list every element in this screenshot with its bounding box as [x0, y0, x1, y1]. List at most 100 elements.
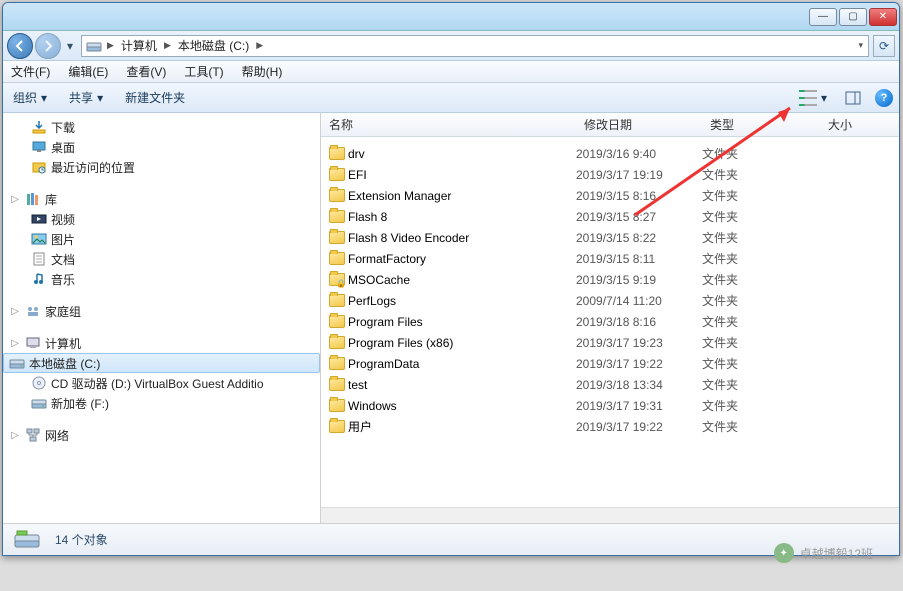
file-row[interactable]: MSOCache2019/3/15 9:19文件夹 — [321, 269, 899, 290]
file-name: Program Files — [348, 315, 423, 329]
breadcrumb-segment[interactable]: 本地磁盘 (C:) — [174, 36, 253, 56]
file-name: ProgramData — [348, 357, 419, 371]
folder-icon — [329, 378, 345, 391]
tree-item[interactable]: 文档 — [3, 249, 320, 269]
file-name: test — [348, 378, 367, 392]
menu-view[interactable]: 查看(V) — [124, 63, 168, 80]
column-name[interactable]: 名称 — [321, 113, 576, 136]
file-type: 文件夹 — [702, 334, 820, 351]
wechat-icon: ✦ — [774, 543, 794, 563]
nav-tree[interactable]: 下载桌面最近访问的位置▷库视频图片文档音乐▷家庭组▷计算机本地磁盘 (C:)CD… — [3, 113, 321, 523]
horizontal-scrollbar[interactable] — [321, 507, 899, 523]
file-type: 文件夹 — [702, 397, 820, 414]
maximize-button[interactable]: ▢ — [839, 8, 867, 26]
titlebar[interactable]: — ▢ ✕ — [3, 3, 899, 31]
file-row[interactable]: ProgramData 2019/3/17 19:22文件夹 — [321, 353, 899, 374]
close-button[interactable]: ✕ — [869, 8, 897, 26]
folder-icon — [329, 357, 345, 370]
tree-item-label: 库 — [45, 191, 57, 208]
tree-item[interactable]: 本地磁盘 (C:) — [3, 353, 320, 373]
file-row[interactable]: 用户2019/3/17 19:22文件夹 — [321, 416, 899, 437]
breadcrumb-segment[interactable]: 计算机 — [117, 36, 161, 56]
file-name: MSOCache — [348, 273, 410, 287]
file-date: 2019/3/17 19:31 — [576, 399, 702, 413]
folder-icon — [329, 252, 345, 265]
back-button[interactable] — [7, 33, 33, 59]
drive-icon — [13, 529, 41, 551]
tree-item[interactable]: 视频 — [3, 209, 320, 229]
file-type: 文件夹 — [702, 418, 820, 435]
file-row[interactable]: Flash 82019/3/15 8:27文件夹 — [321, 206, 899, 227]
file-row[interactable]: PerfLogs2009/7/14 11:20文件夹 — [321, 290, 899, 311]
column-date[interactable]: 修改日期 — [576, 113, 702, 136]
help-button[interactable]: ? — [875, 89, 893, 107]
new-folder-button[interactable]: 新建文件夹 — [121, 87, 189, 108]
tree-item[interactable]: 桌面 — [3, 137, 320, 157]
file-date: 2019/3/18 8:16 — [576, 315, 702, 329]
file-date: 2019/3/15 8:22 — [576, 231, 702, 245]
menu-help[interactable]: 帮助(H) — [240, 63, 285, 80]
file-row[interactable]: Flash 8 Video Encoder 2019/3/15 8:22文件夹 — [321, 227, 899, 248]
file-row[interactable]: Program Files (x86)2019/3/17 19:23文件夹 — [321, 332, 899, 353]
file-row[interactable]: test2019/3/18 13:34文件夹 — [321, 374, 899, 395]
tree-item[interactable]: CD 驱动器 (D:) VirtualBox Guest Additio — [3, 373, 320, 393]
view-mode-button[interactable]: ▾ — [795, 88, 831, 108]
chevron-down-icon[interactable]: ▾ — [855, 40, 866, 51]
forward-button[interactable] — [35, 33, 61, 59]
list-view-icon — [799, 90, 817, 106]
minimize-button[interactable]: — — [809, 8, 837, 26]
tree-item[interactable]: 图片 — [3, 229, 320, 249]
preview-pane-button[interactable] — [841, 88, 865, 108]
file-row[interactable]: EFI2019/3/17 19:19文件夹 — [321, 164, 899, 185]
expand-icon[interactable]: ▷ — [9, 194, 21, 205]
nav-history-dropdown[interactable]: ▾ — [63, 36, 77, 56]
folder-icon — [329, 399, 345, 412]
file-row[interactable]: Program Files2019/3/18 8:16文件夹 — [321, 311, 899, 332]
menu-file[interactable]: 文件(F) — [9, 63, 52, 80]
tree-item[interactable]: 下载 — [3, 117, 320, 137]
tree-item[interactable]: ▷网络 — [3, 425, 320, 445]
file-list[interactable]: drv2019/3/16 9:40文件夹EFI2019/3/17 19:19文件… — [321, 137, 899, 507]
folder-icon — [329, 315, 345, 328]
share-button[interactable]: 共享▾ — [65, 87, 107, 108]
column-type[interactable]: 类型 — [702, 113, 820, 136]
tree-item-label: 文档 — [51, 251, 75, 268]
expand-icon[interactable]: ▷ — [9, 430, 21, 441]
folder-icon — [329, 336, 345, 349]
file-row[interactable]: drv2019/3/16 9:40文件夹 — [321, 143, 899, 164]
chevron-right-icon[interactable]: ▶ — [253, 40, 266, 51]
tree-item-label: 家庭组 — [45, 303, 81, 320]
tree-item-label: 视频 — [51, 211, 75, 228]
tree-item[interactable]: ▷计算机 — [3, 333, 320, 353]
file-row[interactable]: FormatFactory2019/3/15 8:11文件夹 — [321, 248, 899, 269]
file-type: 文件夹 — [702, 229, 820, 246]
file-row[interactable]: Extension Manager2019/3/15 8:16文件夹 — [321, 185, 899, 206]
menu-tools[interactable]: 工具(T) — [182, 63, 225, 80]
file-row[interactable]: Windows2019/3/17 19:31文件夹 — [321, 395, 899, 416]
tree-item[interactable]: 最近访问的位置 — [3, 157, 320, 177]
organize-button[interactable]: 组织▾ — [9, 87, 51, 108]
chevron-right-icon[interactable]: ▶ — [104, 40, 117, 51]
file-type: 文件夹 — [702, 208, 820, 225]
tree-item[interactable]: 音乐 — [3, 269, 320, 289]
refresh-button[interactable]: ⟳ — [873, 35, 895, 57]
expand-icon[interactable]: ▷ — [9, 338, 21, 349]
video-icon — [31, 211, 47, 227]
file-name: FormatFactory — [348, 252, 426, 266]
tree-item[interactable]: 新加卷 (F:) — [3, 393, 320, 413]
file-name: Program Files (x86) — [348, 336, 453, 350]
tree-item[interactable]: ▷ 家庭组 — [3, 301, 320, 321]
file-date: 2019/3/17 19:22 — [576, 357, 702, 371]
breadcrumb[interactable]: ▶ 计算机 ▶ 本地磁盘 (C:) ▶ ▾ — [81, 35, 869, 57]
arrow-left-icon — [12, 38, 28, 54]
tree-item[interactable]: ▷库 — [3, 189, 320, 209]
chevron-right-icon[interactable]: ▶ — [161, 40, 174, 51]
folder-icon — [329, 294, 345, 307]
file-name: Flash 8 Video Encoder — [348, 231, 469, 245]
file-type: 文件夹 — [702, 355, 820, 372]
network-icon — [25, 427, 41, 443]
column-size[interactable]: 大小 — [820, 113, 899, 136]
expand-icon[interactable]: ▷ — [9, 306, 21, 317]
menu-edit[interactable]: 编辑(E) — [66, 63, 110, 80]
music-icon — [31, 271, 47, 287]
